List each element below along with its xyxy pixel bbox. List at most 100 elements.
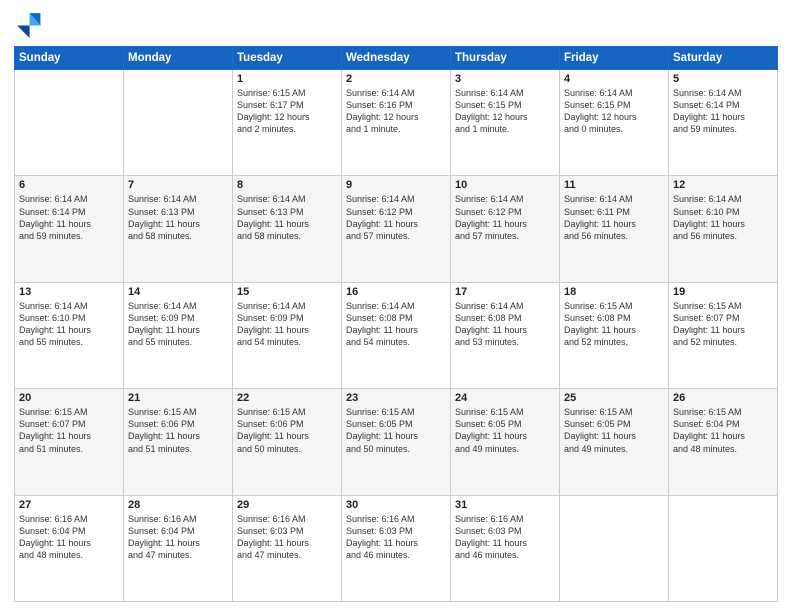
day-number: 21	[128, 392, 228, 404]
day-number: 17	[455, 286, 555, 298]
day-info: Sunrise: 6:15 AM Sunset: 6:04 PM Dayligh…	[673, 406, 773, 455]
calendar-cell: 25Sunrise: 6:15 AM Sunset: 6:05 PM Dayli…	[560, 389, 669, 495]
day-number: 9	[346, 179, 446, 191]
calendar-cell: 1 Sunrise: 6:15 AM Sunset: 6:17 PM Daylig…	[233, 70, 342, 176]
calendar-cell: 16Sunrise: 6:14 AM Sunset: 6:08 PM Dayli…	[342, 282, 451, 388]
calendar-cell: 17 Sunrise: 6:14 AM Sunset: 6:08 PM Dayli…	[451, 282, 560, 388]
calendar-cell: 3 Sunrise: 6:14 AM Sunset: 6:15 PM Daylig…	[451, 70, 560, 176]
day-number: 31	[455, 499, 555, 511]
col-header-tuesday: Tuesday	[233, 47, 342, 70]
calendar-cell: 11 Sunrise: 6:14 AM Sunset: 6:11 PM Dayli…	[560, 176, 669, 282]
calendar-cell: 9 Sunrise: 6:14 AM Sunset: 6:12 PM Daylig…	[342, 176, 451, 282]
day-number: 29	[237, 499, 337, 511]
day-info: Sunrise: 6:15 AM Sunset: 6:07 PM Dayligh…	[19, 406, 119, 455]
calendar-cell: 26 Sunrise: 6:15 AM Sunset: 6:04 PM Dayli…	[669, 389, 778, 495]
calendar-cell: 14 Sunrise: 6:14 AM Sunset: 6:09 PM Dayli…	[124, 282, 233, 388]
col-header-thursday: Thursday	[451, 47, 560, 70]
col-header-wednesday: Wednesday	[342, 47, 451, 70]
calendar-cell: 23 Sunrise: 6:15 AM Sunset: 6:05 PM Dayli…	[342, 389, 451, 495]
calendar-cell: 15Sunrise: 6:14 AM Sunset: 6:09 PM Dayli…	[233, 282, 342, 388]
day-number: 30	[346, 499, 446, 511]
calendar-cell: 21 Sunrise: 6:15 AM Sunset: 6:06 PM Dayli…	[124, 389, 233, 495]
calendar-cell: 10 Sunrise: 6:14 AM Sunset: 6:12 PM Dayli…	[451, 176, 560, 282]
day-number: 28	[128, 499, 228, 511]
day-number: 23	[346, 392, 446, 404]
day-number: 27	[19, 499, 119, 511]
day-info: Sunrise: 6:16 AM Sunset: 6:03 PM Dayligh…	[346, 513, 446, 562]
col-header-saturday: Saturday	[669, 47, 778, 70]
day-info: Sunrise: 6:14 AM Sunset: 6:15 PM Dayligh…	[455, 87, 555, 136]
day-number: 19	[673, 286, 773, 298]
logo	[14, 10, 44, 38]
calendar-cell: 13Sunrise: 6:14 AM Sunset: 6:10 PM Dayli…	[15, 282, 124, 388]
day-number: 7	[128, 179, 228, 191]
calendar-cell: 7 Sunrise: 6:14 AM Sunset: 6:13 PM Daylig…	[124, 176, 233, 282]
day-info: Sunrise: 6:14 AM Sunset: 6:13 PM Dayligh…	[237, 193, 337, 242]
calendar-week-row: 6 Sunrise: 6:14 AM Sunset: 6:14 PM Daylig…	[15, 176, 778, 282]
calendar-cell: 6 Sunrise: 6:14 AM Sunset: 6:14 PM Daylig…	[15, 176, 124, 282]
day-number: 14	[128, 286, 228, 298]
calendar-cell: 12 Sunrise: 6:14 AM Sunset: 6:10 PM Dayli…	[669, 176, 778, 282]
day-number: 5	[673, 73, 773, 85]
day-number: 26	[673, 392, 773, 404]
day-info: Sunrise: 6:14 AM Sunset: 6:10 PM Dayligh…	[19, 300, 119, 349]
day-info: Sunrise: 6:15 AM Sunset: 6:05 PM Dayligh…	[346, 406, 446, 455]
day-number: 11	[564, 179, 664, 191]
calendar-week-row: 20Sunrise: 6:15 AM Sunset: 6:07 PM Dayli…	[15, 389, 778, 495]
calendar-cell: 30 Sunrise: 6:16 AM Sunset: 6:03 PM Dayli…	[342, 495, 451, 601]
day-info: Sunrise: 6:14 AM Sunset: 6:13 PM Dayligh…	[128, 193, 228, 242]
day-info: Sunrise: 6:14 AM Sunset: 6:16 PM Dayligh…	[346, 87, 446, 136]
day-number: 10	[455, 179, 555, 191]
day-info: Sunrise: 6:14 AM Sunset: 6:15 PM Dayligh…	[564, 87, 664, 136]
day-number: 16	[346, 286, 446, 298]
day-info: Sunrise: 6:15 AM Sunset: 6:17 PM Dayligh…	[237, 87, 337, 136]
logo-icon	[14, 10, 42, 38]
page: SundayMondayTuesdayWednesdayThursdayFrid…	[0, 0, 792, 612]
calendar-cell: 22Sunrise: 6:15 AM Sunset: 6:06 PM Dayli…	[233, 389, 342, 495]
calendar-cell: 4 Sunrise: 6:14 AM Sunset: 6:15 PM Daylig…	[560, 70, 669, 176]
calendar-header-row: SundayMondayTuesdayWednesdayThursdayFrid…	[15, 47, 778, 70]
day-info: Sunrise: 6:16 AM Sunset: 6:03 PM Dayligh…	[237, 513, 337, 562]
day-number: 2	[346, 73, 446, 85]
col-header-sunday: Sunday	[15, 47, 124, 70]
day-info: Sunrise: 6:14 AM Sunset: 6:08 PM Dayligh…	[455, 300, 555, 349]
day-info: Sunrise: 6:15 AM Sunset: 6:06 PM Dayligh…	[237, 406, 337, 455]
calendar-cell: 19 Sunrise: 6:15 AM Sunset: 6:07 PM Dayli…	[669, 282, 778, 388]
day-number: 24	[455, 392, 555, 404]
day-number: 4	[564, 73, 664, 85]
calendar-cell: 31 Sunrise: 6:16 AM Sunset: 6:03 PM Dayli…	[451, 495, 560, 601]
day-number: 25	[564, 392, 664, 404]
col-header-monday: Monday	[124, 47, 233, 70]
day-info: Sunrise: 6:14 AM Sunset: 6:14 PM Dayligh…	[673, 87, 773, 136]
day-number: 6	[19, 179, 119, 191]
day-info: Sunrise: 6:14 AM Sunset: 6:09 PM Dayligh…	[237, 300, 337, 349]
day-info: Sunrise: 6:14 AM Sunset: 6:09 PM Dayligh…	[128, 300, 228, 349]
day-info: Sunrise: 6:14 AM Sunset: 6:14 PM Dayligh…	[19, 193, 119, 242]
header	[14, 10, 778, 38]
day-info: Sunrise: 6:16 AM Sunset: 6:03 PM Dayligh…	[455, 513, 555, 562]
day-info: Sunrise: 6:15 AM Sunset: 6:07 PM Dayligh…	[673, 300, 773, 349]
day-info: Sunrise: 6:14 AM Sunset: 6:11 PM Dayligh…	[564, 193, 664, 242]
day-info: Sunrise: 6:15 AM Sunset: 6:06 PM Dayligh…	[128, 406, 228, 455]
calendar-cell: 5 Sunrise: 6:14 AM Sunset: 6:14 PM Daylig…	[669, 70, 778, 176]
calendar-week-row: 27Sunrise: 6:16 AM Sunset: 6:04 PM Dayli…	[15, 495, 778, 601]
calendar-cell: 29 Sunrise: 6:16 AM Sunset: 6:03 PM Dayli…	[233, 495, 342, 601]
calendar-cell: 28Sunrise: 6:16 AM Sunset: 6:04 PM Dayli…	[124, 495, 233, 601]
day-info: Sunrise: 6:14 AM Sunset: 6:12 PM Dayligh…	[455, 193, 555, 242]
day-number: 18	[564, 286, 664, 298]
day-number: 12	[673, 179, 773, 191]
day-number: 1	[237, 73, 337, 85]
calendar-cell: 27Sunrise: 6:16 AM Sunset: 6:04 PM Dayli…	[15, 495, 124, 601]
calendar-week-row: 1 Sunrise: 6:15 AM Sunset: 6:17 PM Daylig…	[15, 70, 778, 176]
day-info: Sunrise: 6:14 AM Sunset: 6:12 PM Dayligh…	[346, 193, 446, 242]
calendar-cell: 8Sunrise: 6:14 AM Sunset: 6:13 PM Daylig…	[233, 176, 342, 282]
day-info: Sunrise: 6:14 AM Sunset: 6:10 PM Dayligh…	[673, 193, 773, 242]
calendar-cell: 2 Sunrise: 6:14 AM Sunset: 6:16 PM Daylig…	[342, 70, 451, 176]
calendar-table: SundayMondayTuesdayWednesdayThursdayFrid…	[14, 46, 778, 602]
calendar-cell: 24 Sunrise: 6:15 AM Sunset: 6:05 PM Dayli…	[451, 389, 560, 495]
calendar-cell	[124, 70, 233, 176]
day-info: Sunrise: 6:15 AM Sunset: 6:05 PM Dayligh…	[455, 406, 555, 455]
col-header-friday: Friday	[560, 47, 669, 70]
calendar-week-row: 13Sunrise: 6:14 AM Sunset: 6:10 PM Dayli…	[15, 282, 778, 388]
day-number: 3	[455, 73, 555, 85]
